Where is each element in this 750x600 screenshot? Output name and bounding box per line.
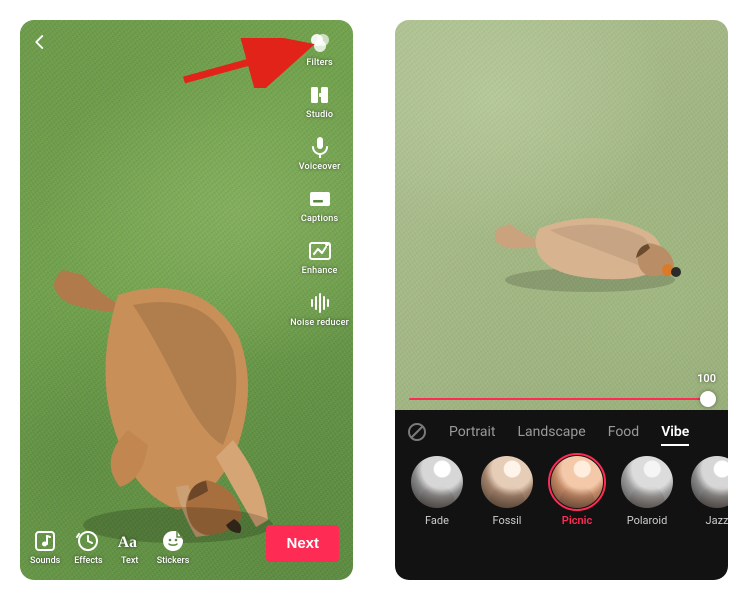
- filter-picnic[interactable]: Picnic: [549, 456, 605, 527]
- category-portrait[interactable]: Portrait: [449, 424, 495, 440]
- filters-icon: [307, 30, 333, 56]
- filter-thumb: [691, 456, 728, 508]
- filter-picker-screen: 100 Portrait Landscape Food Vibe Fade Fo…: [395, 20, 728, 580]
- editor-screen: Filters Studio Voiceover Captions Enhanc…: [20, 20, 353, 580]
- filter-label: Jazz: [706, 514, 728, 527]
- text-icon: Aa: [117, 528, 143, 554]
- filter-jazz[interactable]: Jazz: [689, 456, 728, 527]
- no-filter-button[interactable]: [407, 422, 427, 442]
- filter-label: Polaroid: [627, 514, 668, 527]
- category-food[interactable]: Food: [608, 424, 639, 440]
- studio-icon: [307, 82, 333, 108]
- filter-label: Fossil: [493, 514, 522, 527]
- filter-thumb: [621, 456, 673, 508]
- captions-icon: [307, 186, 333, 212]
- back-button[interactable]: [26, 28, 54, 56]
- filters-label: Filters: [306, 58, 333, 68]
- sticker-smile-icon: [160, 528, 186, 554]
- effects-label: Effects: [74, 556, 102, 566]
- noise-reducer-button[interactable]: Noise reducer: [290, 290, 349, 328]
- filter-thumb: [411, 456, 463, 508]
- microphone-icon: [307, 134, 333, 160]
- stickers-label: Stickers: [157, 556, 190, 566]
- soundwave-icon: [307, 290, 333, 316]
- filter-thumb: [551, 456, 603, 508]
- filter-thumb: [481, 456, 533, 508]
- filter-polaroid[interactable]: Polaroid: [619, 456, 675, 527]
- intensity-slider-knob[interactable]: [700, 391, 716, 407]
- filter-thumbnails: Fade Fossil Picnic Polaroid Jazz: [395, 452, 728, 527]
- dog-in-preview: [38, 235, 298, 545]
- enhance-button[interactable]: Enhance: [302, 238, 338, 276]
- text-button[interactable]: Aa Text: [117, 528, 143, 566]
- filter-panel: Portrait Landscape Food Vibe Fade Fossil…: [395, 410, 728, 580]
- enhance-icon: [307, 238, 333, 264]
- filter-label: Fade: [425, 514, 449, 527]
- voiceover-button[interactable]: Voiceover: [299, 134, 341, 172]
- intensity-slider[interactable]: [409, 398, 710, 400]
- enhance-label: Enhance: [302, 266, 338, 276]
- studio-label: Studio: [306, 110, 333, 120]
- right-toolbar: Filters Studio Voiceover Captions Enhanc…: [290, 30, 349, 328]
- captions-label: Captions: [301, 214, 338, 224]
- captions-button[interactable]: Captions: [301, 186, 338, 224]
- dog-in-preview: [490, 188, 690, 298]
- filters-button[interactable]: Filters: [306, 30, 333, 68]
- effects-clock-icon: [75, 528, 101, 554]
- filter-fossil[interactable]: Fossil: [479, 456, 535, 527]
- text-label: Text: [121, 556, 138, 566]
- effects-button[interactable]: Effects: [74, 528, 102, 566]
- svg-text:Aa: Aa: [118, 534, 137, 551]
- stickers-button[interactable]: Stickers: [157, 528, 190, 566]
- sounds-button[interactable]: Sounds: [30, 528, 60, 566]
- next-button[interactable]: Next: [266, 525, 339, 562]
- bottom-toolbar: Sounds Effects Aa Text Stickers: [30, 528, 189, 566]
- music-note-icon: [32, 528, 58, 554]
- voiceover-label: Voiceover: [299, 162, 341, 172]
- chevron-left-icon: [31, 33, 49, 51]
- prohibit-icon: [407, 422, 427, 442]
- filter-categories: Portrait Landscape Food Vibe: [395, 410, 728, 452]
- noise-label: Noise reducer: [290, 318, 349, 328]
- studio-button[interactable]: Studio: [306, 82, 333, 120]
- sounds-label: Sounds: [30, 556, 60, 566]
- category-landscape[interactable]: Landscape: [517, 424, 585, 440]
- intensity-value: 100: [697, 372, 716, 385]
- filter-label: Picnic: [562, 514, 592, 527]
- category-vibe[interactable]: Vibe: [661, 424, 689, 440]
- filter-fade[interactable]: Fade: [409, 456, 465, 527]
